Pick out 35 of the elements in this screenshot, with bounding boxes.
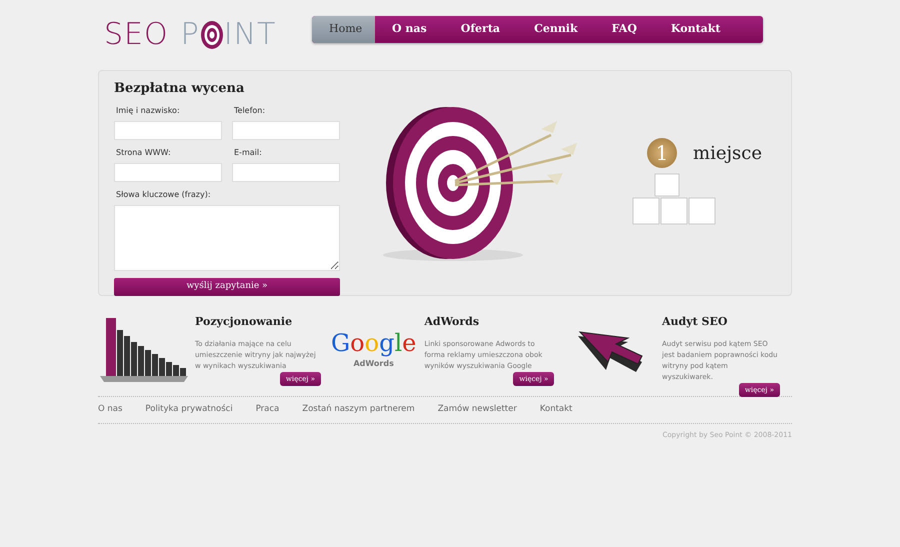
nav-tab[interactable]: O nas	[375, 16, 444, 43]
logo[interactable]: SEO P INT	[98, 12, 291, 57]
form-title: Bezpłatna wycena	[114, 80, 246, 98]
logo-text: INT	[224, 16, 276, 54]
nav-tab[interactable]: FAQ	[594, 16, 654, 43]
field-label: Strona WWW:	[116, 146, 172, 158]
nav-tab[interactable]: Oferta	[444, 16, 518, 43]
field-label: Słowa kluczowe (frazy):	[116, 188, 212, 200]
input-field[interactable]	[232, 120, 340, 140]
footer-link[interactable]: Polityka prywatności	[145, 403, 233, 416]
nav-tab[interactable]: Kontakt	[654, 16, 738, 43]
field-label: E-mail:	[234, 146, 263, 158]
footer-link[interactable]: Praca	[256, 403, 280, 416]
service-title: Audyt SEO	[662, 314, 728, 330]
logo-text: P	[180, 16, 200, 54]
footer-link[interactable]: Zamów newsletter	[438, 403, 517, 416]
field-label: Telefon:	[234, 104, 266, 116]
input-field[interactable]	[114, 120, 222, 140]
nav-tab[interactable]: Home	[312, 16, 375, 43]
service-title: AdWords	[424, 314, 480, 330]
footer-link[interactable]: Kontakt	[540, 403, 572, 416]
google-adwords-logo: Google AdWords	[331, 330, 416, 370]
footer-link[interactable]: Zostań naszym partnerem	[302, 403, 415, 416]
medal: 1	[647, 138, 677, 168]
input-field[interactable]	[114, 162, 222, 182]
submit-button[interactable]: wyślij zapytanie »	[114, 278, 340, 296]
target-icon	[200, 20, 224, 50]
nav-tab[interactable]: Cennik	[517, 16, 595, 43]
text-area[interactable]	[114, 204, 340, 270]
footer-link[interactable]: O nas	[98, 403, 122, 416]
input-field[interactable]	[232, 162, 340, 182]
logo-text: SEO	[104, 16, 169, 54]
hero-caption: miejsce	[693, 142, 762, 166]
service-title: Pozycjonowanie	[195, 314, 294, 330]
field-label: Imię i nazwisko:	[116, 104, 181, 116]
